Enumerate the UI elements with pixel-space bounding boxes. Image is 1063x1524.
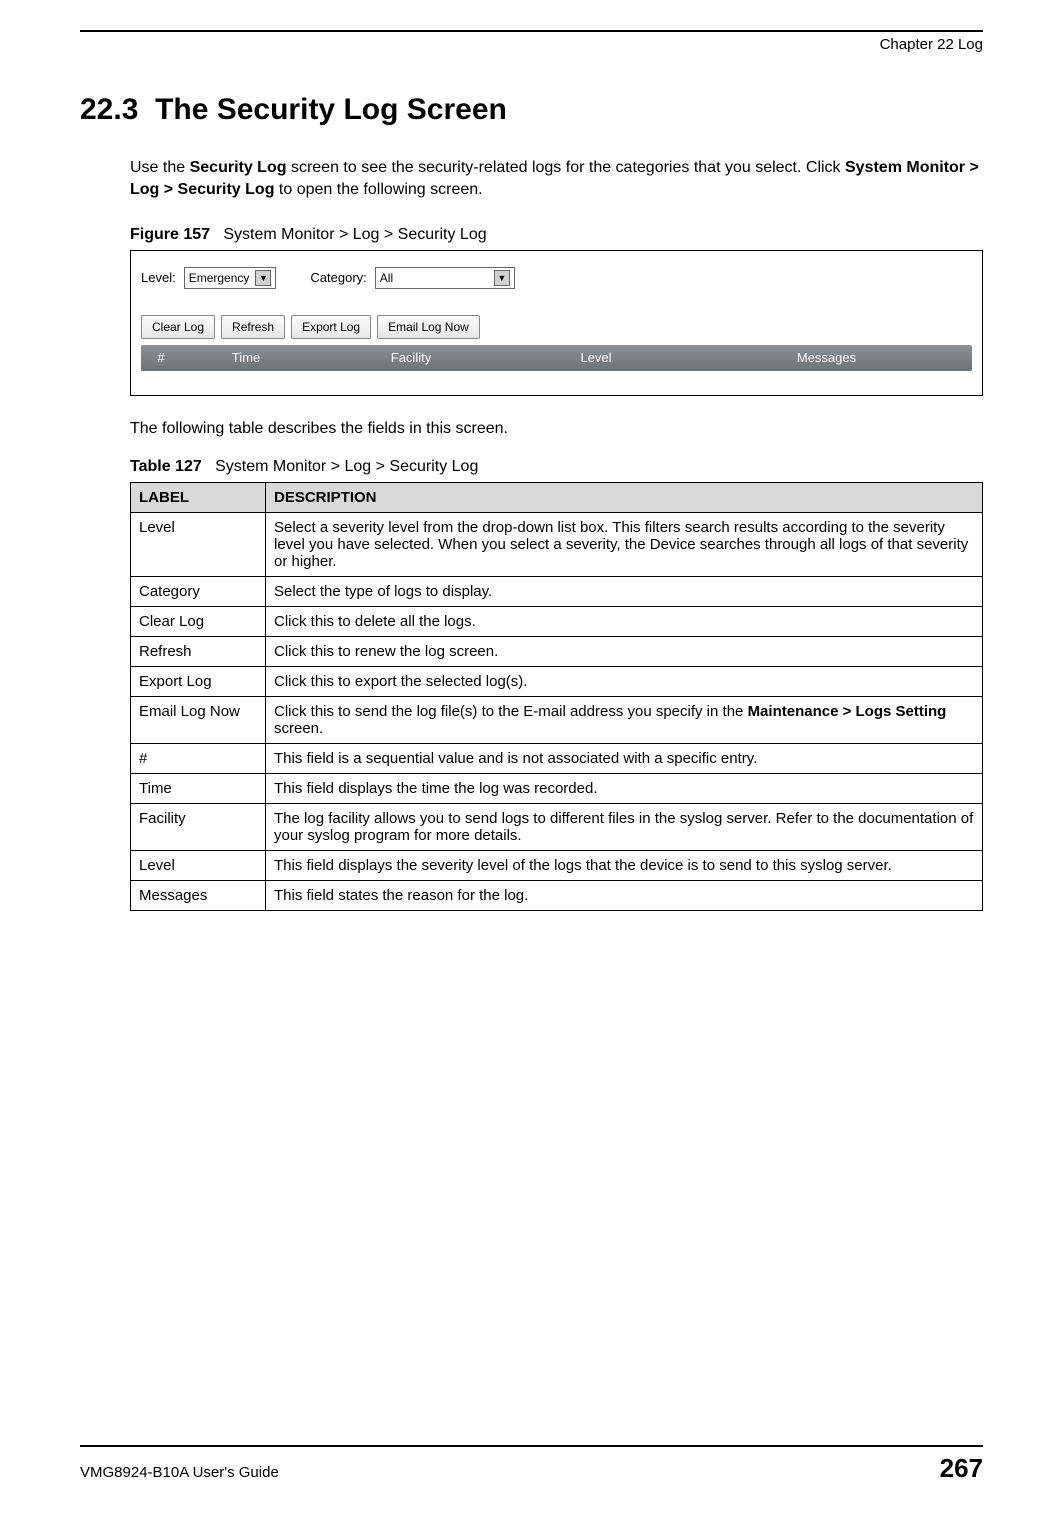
col-num: # [141, 350, 181, 365]
table-row: Messages This field states the reason fo… [131, 880, 983, 910]
col-time: Time [181, 350, 311, 365]
table-row: Refresh Click this to renew the log scre… [131, 636, 983, 666]
table-caption-text: System Monitor > Log > Security Log [215, 458, 478, 475]
figure-caption-text: System Monitor > Log > Security Log [223, 226, 486, 243]
row-desc: Select a severity level from the drop-do… [266, 512, 983, 576]
row-desc: Click this to export the selected log(s)… [266, 666, 983, 696]
log-column-header: # Time Facility Level Messages [141, 345, 972, 371]
row-desc-post: screen. [274, 720, 323, 737]
intro-paragraph: Use the Security Log screen to see the s… [130, 157, 983, 202]
footer-guide: VMG8924-B10A User's Guide [80, 1464, 279, 1481]
row-label: Time [131, 773, 266, 803]
description-table: LABEL DESCRIPTION Level Select a severit… [130, 482, 983, 911]
row-label: Export Log [131, 666, 266, 696]
row-label: Email Log Now [131, 696, 266, 743]
table-row: Email Log Now Click this to send the log… [131, 696, 983, 743]
intro-text-3: to open the following screen. [274, 181, 482, 198]
clear-log-button[interactable]: Clear Log [141, 315, 215, 339]
row-desc: Select the type of logs to display. [266, 576, 983, 606]
table-row: Export Log Click this to export the sele… [131, 666, 983, 696]
chevron-down-icon: ▼ [255, 270, 271, 286]
row-desc-bold: Maintenance > Logs Setting [748, 703, 947, 720]
table-row: Level Select a severity level from the d… [131, 512, 983, 576]
col-facility: Facility [311, 350, 511, 365]
row-desc: Click this to send the log file(s) to th… [266, 696, 983, 743]
section-heading: The Security Log Screen [155, 93, 507, 126]
chapter-header: Chapter 22 Log [80, 36, 983, 53]
level-select[interactable]: Emergency ▼ [184, 267, 277, 289]
export-log-button[interactable]: Export Log [291, 315, 371, 339]
button-row: Clear Log Refresh Export Log Email Log N… [141, 315, 972, 339]
category-label: Category: [310, 270, 366, 285]
table-row: Time This field displays the time the lo… [131, 773, 983, 803]
th-label: LABEL [131, 482, 266, 512]
row-desc: Click this to delete all the logs. [266, 606, 983, 636]
intro-text-2: screen to see the security-related logs … [287, 159, 846, 176]
row-label: Clear Log [131, 606, 266, 636]
intro-bold-1: Security Log [190, 159, 287, 176]
figure-screenshot: Level: Emergency ▼ Category: All ▼ Clear… [130, 250, 983, 396]
footer-page-number: 267 [940, 1453, 983, 1484]
row-label: Level [131, 850, 266, 880]
row-desc: This field is a sequential value and is … [266, 743, 983, 773]
row-label: Category [131, 576, 266, 606]
page-footer: VMG8924-B10A User's Guide 267 [80, 1445, 983, 1484]
figure-caption: Figure 157 System Monitor > Log > Securi… [130, 226, 983, 244]
table-row: Facility The log facility allows you to … [131, 803, 983, 850]
section-number: 22.3 [80, 93, 138, 126]
top-rule [80, 30, 983, 32]
table-row: Clear Log Click this to delete all the l… [131, 606, 983, 636]
category-select[interactable]: All ▼ [375, 267, 515, 289]
row-label: # [131, 743, 266, 773]
table-label: Table 127 [130, 458, 202, 475]
row-desc: Click this to renew the log screen. [266, 636, 983, 666]
figure-label: Figure 157 [130, 226, 210, 243]
section-title: 22.3 The Security Log Screen [80, 93, 983, 127]
row-label: Refresh [131, 636, 266, 666]
row-label: Facility [131, 803, 266, 850]
level-value: Emergency [189, 271, 250, 285]
row-label: Level [131, 512, 266, 576]
th-description: DESCRIPTION [266, 482, 983, 512]
chevron-down-icon: ▼ [494, 270, 510, 286]
footer-rule [80, 1445, 983, 1447]
intro-text-1: Use the [130, 159, 190, 176]
table-row: # This field is a sequential value and i… [131, 743, 983, 773]
row-desc: This field states the reason for the log… [266, 880, 983, 910]
filter-row: Level: Emergency ▼ Category: All ▼ [141, 267, 972, 289]
table-row: Level This field displays the severity l… [131, 850, 983, 880]
refresh-button[interactable]: Refresh [221, 315, 285, 339]
level-label: Level: [141, 270, 176, 285]
table-intro: The following table describes the fields… [130, 420, 983, 438]
row-desc: This field displays the severity level o… [266, 850, 983, 880]
table-row: Category Select the type of logs to disp… [131, 576, 983, 606]
col-messages: Messages [681, 350, 972, 365]
col-level: Level [511, 350, 681, 365]
row-desc-pre: Click this to send the log file(s) to th… [274, 703, 748, 720]
row-desc: This field displays the time the log was… [266, 773, 983, 803]
table-header-row: LABEL DESCRIPTION [131, 482, 983, 512]
table-caption: Table 127 System Monitor > Log > Securit… [130, 458, 983, 476]
row-label: Messages [131, 880, 266, 910]
row-desc: The log facility allows you to send logs… [266, 803, 983, 850]
category-value: All [380, 271, 393, 285]
email-log-now-button[interactable]: Email Log Now [377, 315, 480, 339]
